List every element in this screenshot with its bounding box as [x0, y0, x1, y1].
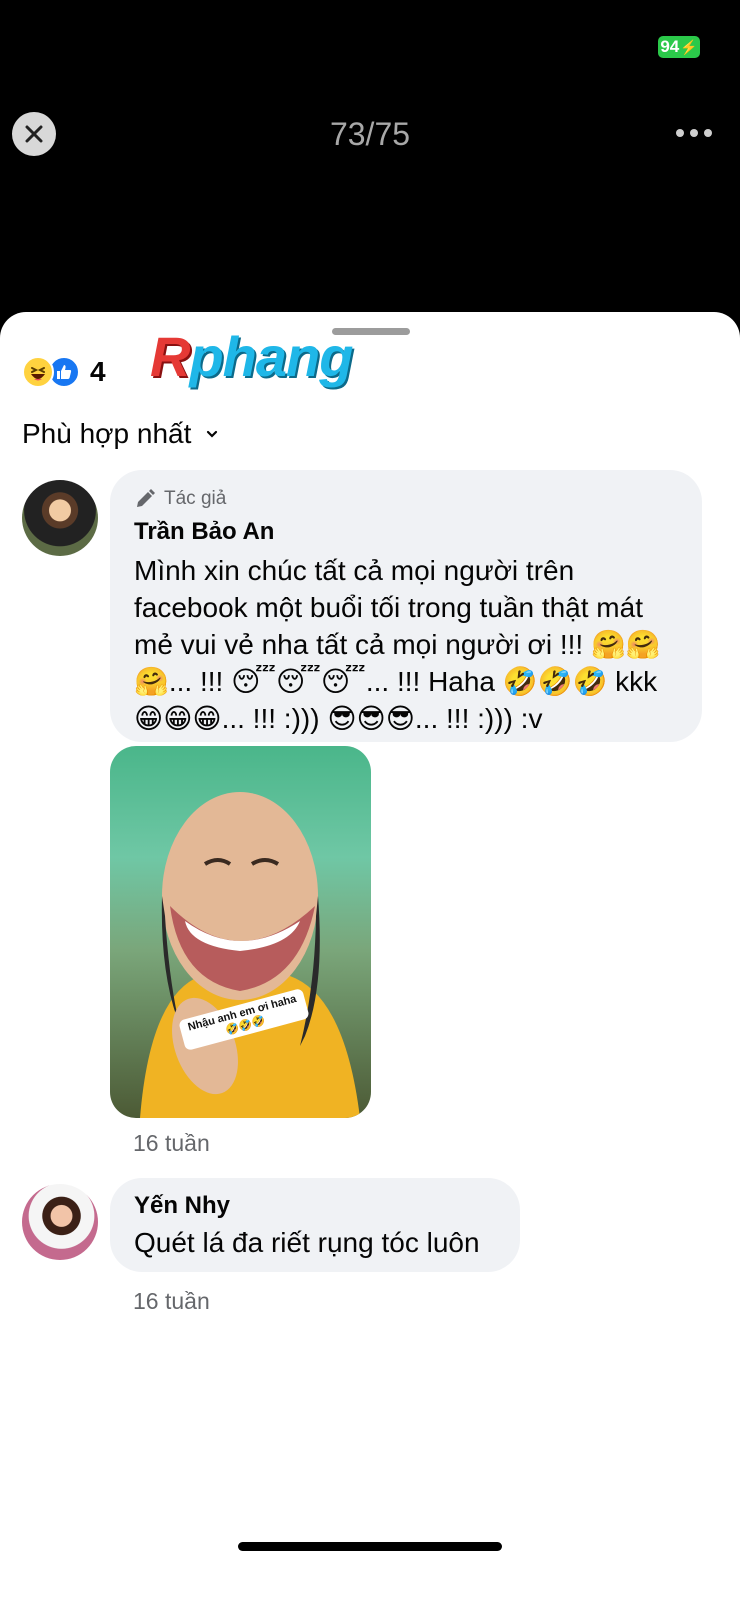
watermark-letter: R — [150, 325, 190, 388]
commenter-name[interactable]: Yến Nhy — [134, 1192, 496, 1220]
comment-photo[interactable]: Nhậu anh em ơi haha 🤣🤣🤣 — [110, 746, 371, 1118]
battery-level: 94 — [660, 37, 680, 56]
more-options-button[interactable] — [676, 126, 716, 140]
avatar[interactable] — [22, 480, 98, 556]
home-indicator[interactable] — [238, 1542, 502, 1551]
battery-indicator: 94 ⚡ — [658, 36, 700, 58]
chevron-down-icon — [207, 430, 218, 438]
more-dot-icon — [690, 129, 698, 137]
haha-reaction-icon — [22, 356, 54, 388]
reaction-count: 4 — [90, 356, 106, 387]
comment-bubble[interactable]: Tác giả Trần Bảo An Mình xin chúc tất cả… — [110, 470, 702, 742]
comment-bubble[interactable]: Yến Nhy Quét lá đa riết rụng tóc luôn — [110, 1178, 520, 1272]
photo-illustration — [140, 792, 360, 1118]
more-dot-icon — [704, 129, 712, 137]
charging-icon: ⚡ — [680, 38, 698, 55]
comments-sheet: 4 Phù hợp nhất Tác giả Trần Bảo An Mình … — [0, 312, 740, 1600]
author-badge: Tác giả — [134, 488, 678, 510]
sort-label: Phù hợp nhất — [22, 418, 192, 449]
photo-counter: 73/75 — [329, 116, 411, 152]
pencil-icon — [137, 489, 155, 507]
comment-text: Quét lá đa riết rụng tóc luôn — [134, 1227, 480, 1258]
comment-timestamp[interactable]: 16 tuần — [133, 1288, 210, 1315]
avatar[interactable] — [22, 1184, 98, 1260]
more-dot-icon — [676, 129, 684, 137]
reactions-summary[interactable]: 4 — [22, 356, 106, 388]
sort-dropdown[interactable]: Phù hợp nhất — [22, 418, 219, 450]
comment-timestamp[interactable]: 16 tuần — [133, 1130, 210, 1157]
watermark-text: phang — [189, 325, 353, 388]
watermark-logo: Rphang — [150, 324, 353, 389]
author-badge-label: Tác giả — [164, 488, 227, 509]
commenter-name[interactable]: Trần Bảo An — [134, 518, 678, 546]
comment-text: Mình xin chúc tất cả mọi người trên face… — [134, 555, 661, 734]
